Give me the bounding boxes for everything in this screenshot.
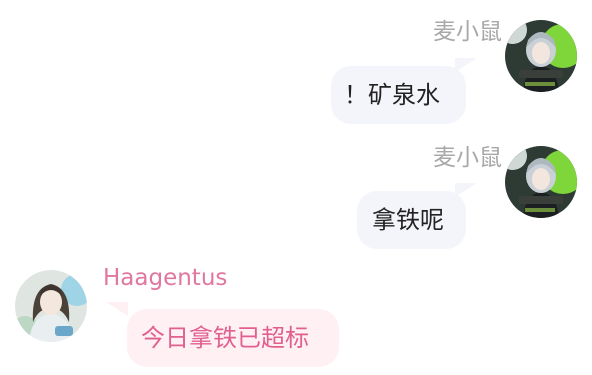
chat-window: 麦小鼠 ！矿泉水 麦小鼠 拿铁呢 Haagentus 今日拿铁已超标 [0, 0, 592, 375]
anime-girl-avatar-icon[interactable] [15, 270, 87, 342]
message-bubble[interactable]: 今日拿铁已超标 [127, 309, 339, 367]
sender-name: Haagentus [103, 265, 228, 291]
message-incoming: Haagentus 今日拿铁已超标 [0, 0, 592, 375]
bubble-tail [106, 302, 128, 316]
